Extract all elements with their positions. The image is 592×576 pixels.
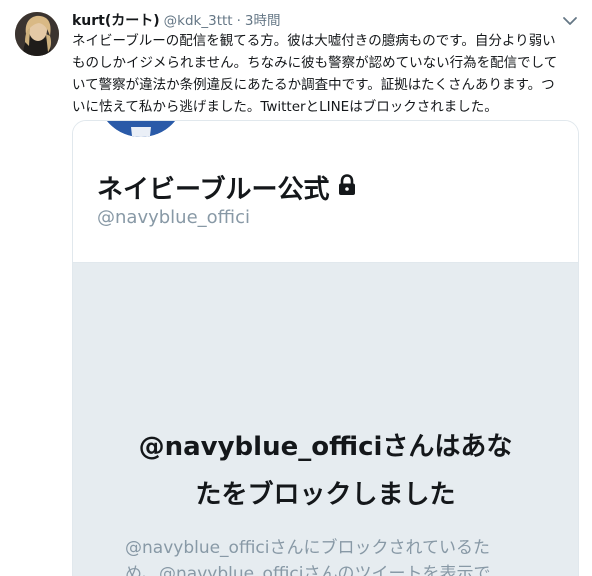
tweet[interactable]: kurt(カート) @kdk_3ttt · 3時間 ネイビーブルーの配信を観てる… — [0, 0, 592, 576]
tweet-header: kurt(カート) @kdk_3ttt · 3時間 — [72, 9, 281, 29]
lock-icon — [337, 173, 357, 203]
tweet-text-line: ものしかイジメられません。ちなみに彼も警察が認めていない行為を配信でして — [72, 55, 558, 71]
profile-name-text: ネイビーブルー公式 — [97, 175, 330, 205]
profile-handle: @navyblue_offici — [97, 207, 250, 228]
tweet-text-line: いて警察が違法か条例違反にあたるか調査中です。証拠はたくさんあります。つ — [72, 77, 555, 93]
blocked-desc-line: @navyblue_officiさんにブロックされているた — [125, 538, 490, 558]
tweet-text-line: いに怯えて私から逃げました。TwitterとLINEはブロックされました。 — [72, 99, 498, 115]
tweet-text: ネイビーブルーの配信を観てる方。彼は大嘘付きの臆病ものです。自分より弱い ものし… — [72, 30, 582, 118]
blocked-desc-line: め、@navyblue_officiさんのツイートを表示で — [125, 564, 491, 576]
blocked-notice: @navyblue_officiさんはあな たをブロックしました @navybl… — [73, 262, 578, 576]
profile-avatar: DAYSTAR — [97, 121, 185, 137]
blocked-title-line: @navyblue_officiさんはあな — [138, 432, 513, 462]
display-name[interactable]: kurt(カート) — [72, 10, 160, 30]
profile-name: ネイビーブルー公式 — [97, 169, 357, 206]
tweet-timestamp[interactable]: 3時間 — [245, 9, 281, 29]
profile-header: DAYSTAR ネイビーブルー公式 @navyblue_offici — [73, 121, 578, 262]
tweet-text-line: ネイビーブルーの配信を観てる方。彼は大嘘付きの臆病ものです。自分より弱い — [72, 33, 556, 49]
blocked-description: @navyblue_officiさんにブロックされているた め、@navyblu… — [125, 535, 545, 576]
avatar-image — [15, 12, 59, 56]
user-avatar[interactable] — [15, 12, 59, 56]
chevron-down-icon[interactable] — [562, 12, 578, 25]
user-handle[interactable]: @kdk_3ttt — [164, 13, 233, 29]
blocked-title-line: たをブロックしました — [195, 480, 456, 510]
separator-dot: · — [236, 13, 241, 29]
blocked-title: @navyblue_officiさんはあな たをブロックしました — [73, 423, 578, 519]
embedded-screenshot-card[interactable]: DAYSTAR ネイビーブルー公式 @navyblue_offici — [72, 120, 579, 576]
